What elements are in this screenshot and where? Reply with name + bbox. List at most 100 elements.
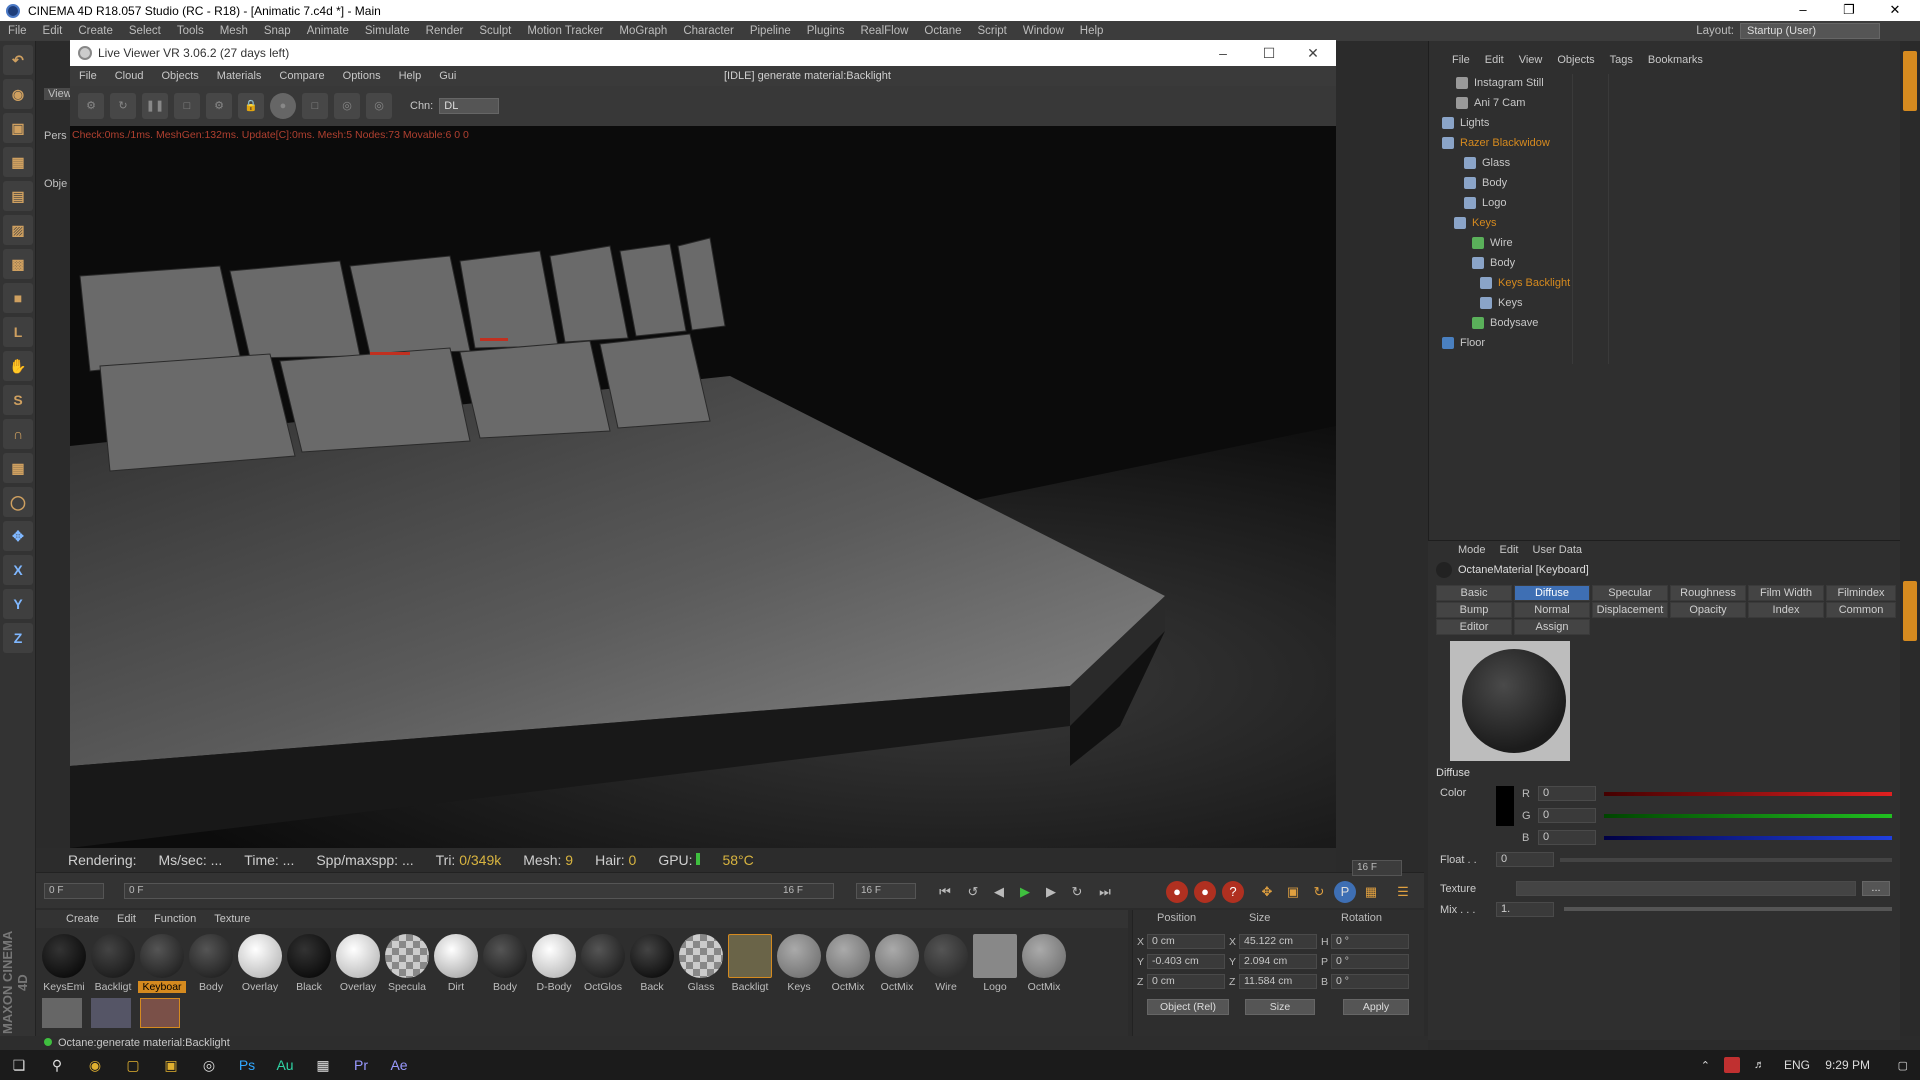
object-row[interactable]: Lights <box>1442 114 1489 132</box>
audition-icon[interactable]: Au <box>266 1050 304 1080</box>
om-menu-tags[interactable]: Tags <box>1610 54 1633 66</box>
object-row[interactable]: Ani 7 Cam <box>1456 94 1525 112</box>
menu-snap[interactable]: Snap <box>256 25 299 37</box>
goto-start-icon[interactable]: ⏮ <box>934 881 956 903</box>
material-swatch[interactable]: Logo <box>971 934 1019 993</box>
material-swatch[interactable]: OctMix <box>873 934 921 993</box>
lv-menu-compare[interactable]: Compare <box>270 70 333 82</box>
material-swatch[interactable]: Overlay <box>334 934 382 993</box>
prev-key-icon[interactable]: ↺ <box>962 881 984 903</box>
lv-minimize-button[interactable]: – <box>1200 40 1246 66</box>
tab-common[interactable]: Common <box>1826 602 1896 618</box>
play-icon[interactable]: ▶ <box>1014 881 1036 903</box>
attr-menu-mode[interactable]: Mode <box>1458 544 1486 556</box>
menu-realflow[interactable]: RealFlow <box>852 25 916 37</box>
mat-menu-create[interactable]: Create <box>66 913 99 925</box>
menu-file[interactable]: File <box>0 25 35 37</box>
tab-displacement[interactable]: Displacement <box>1592 602 1668 618</box>
tab-normal[interactable]: Normal <box>1514 602 1590 618</box>
goto-end-icon[interactable]: ⏭ <box>1094 881 1116 903</box>
undo-icon[interactable]: ↶ <box>3 45 33 75</box>
texture-browse-button[interactable]: ... <box>1862 881 1890 896</box>
size-y-field[interactable]: 2.094 cm <box>1239 954 1317 969</box>
tray-up-icon[interactable]: ⌃ <box>1701 1059 1710 1072</box>
tab-diffuse[interactable]: Diffuse <box>1514 585 1590 601</box>
menu-select[interactable]: Select <box>121 25 169 37</box>
pos-z-field[interactable]: 0 cm <box>1147 974 1225 989</box>
mix-field[interactable]: 1. <box>1496 902 1554 917</box>
material-swatch[interactable]: OctMix <box>1020 934 1068 993</box>
attr-menu-userdata[interactable]: User Data <box>1533 544 1583 556</box>
key-rotation-icon[interactable]: ↻ <box>1308 881 1330 903</box>
menu-render[interactable]: Render <box>418 25 472 37</box>
material-swatch[interactable]: Backligt <box>89 934 137 993</box>
axis-icon[interactable]: L <box>3 317 33 347</box>
object-row[interactable]: Keys Backlight <box>1480 274 1570 292</box>
prev-frame-icon[interactable]: ◀ <box>988 881 1010 903</box>
menu-script[interactable]: Script <box>969 25 1014 37</box>
move-icon[interactable]: ✥ <box>3 521 33 551</box>
material-swatch-unnamed[interactable] <box>140 998 180 1028</box>
tweak-icon[interactable]: ✋ <box>3 351 33 381</box>
texture-slot[interactable] <box>1516 881 1856 896</box>
menu-tools[interactable]: Tools <box>169 25 212 37</box>
notifications-icon[interactable]: ▢ <box>1898 1059 1908 1072</box>
object-row[interactable]: Keys <box>1454 214 1496 232</box>
menu-create[interactable]: Create <box>70 25 121 37</box>
color-swatch[interactable] <box>1496 786 1514 826</box>
after-effects-icon[interactable]: Ae <box>380 1050 418 1080</box>
maximize-button[interactable]: ❐ <box>1826 0 1872 21</box>
record-icon[interactable]: ● <box>1166 881 1188 903</box>
key-scale-icon[interactable]: ▣ <box>1282 881 1304 903</box>
object-row[interactable]: Instagram Still <box>1456 74 1544 92</box>
tab-opacity[interactable]: Opacity <box>1670 602 1746 618</box>
premiere-icon[interactable]: Pr <box>342 1050 380 1080</box>
apply-button[interactable]: Apply <box>1343 999 1409 1015</box>
material-swatch[interactable]: D-Body <box>530 934 578 993</box>
lv-maximize-button[interactable]: ☐ <box>1246 40 1292 66</box>
x-axis-icon[interactable]: X <box>3 555 33 585</box>
lv-menu-gui[interactable]: Gui <box>430 70 465 82</box>
float-field[interactable]: 0 <box>1496 852 1554 867</box>
windows-start-icon[interactable]: ❏ <box>0 1050 38 1080</box>
pick-focus-icon[interactable]: ◎ <box>334 93 360 119</box>
menu-plugins[interactable]: Plugins <box>799 25 853 37</box>
material-swatch[interactable]: Specula <box>383 934 431 993</box>
object-row[interactable]: Razer Blackwidow <box>1442 134 1550 152</box>
mat-menu-function[interactable]: Function <box>154 913 196 925</box>
object-row[interactable]: Floor <box>1442 334 1485 352</box>
range-slider[interactable]: 0 F 16 F <box>124 883 834 899</box>
clock[interactable]: 9:29 PM <box>1825 1058 1870 1072</box>
settings-icon[interactable]: ⚙ <box>206 93 232 119</box>
om-menu-edit[interactable]: Edit <box>1485 54 1504 66</box>
live-select-icon[interactable]: ◉ <box>3 79 33 109</box>
material-swatch[interactable]: KeysEmi <box>40 934 88 993</box>
menu-sculpt[interactable]: Sculpt <box>471 25 519 37</box>
tab-bump[interactable]: Bump <box>1436 602 1512 618</box>
menu-mograph[interactable]: MoGraph <box>611 25 675 37</box>
search-icon[interactable]: ⚲ <box>38 1050 76 1080</box>
restart-icon[interactable]: ↻ <box>110 93 136 119</box>
material-swatch[interactable]: Body <box>481 934 529 993</box>
pause-icon[interactable]: ❚❚ <box>142 93 168 119</box>
menu-edit[interactable]: Edit <box>35 25 71 37</box>
tray-app-icon[interactable] <box>1724 1057 1740 1073</box>
lv-menu-cloud[interactable]: Cloud <box>106 70 153 82</box>
menu-motion-tracker[interactable]: Motion Tracker <box>519 25 611 37</box>
material-ball-icon[interactable]: ● <box>270 93 296 119</box>
workplane-icon[interactable]: ▤ <box>3 181 33 211</box>
mat-menu-edit[interactable]: Edit <box>117 913 136 925</box>
om-menu-bookmarks[interactable]: Bookmarks <box>1648 54 1703 66</box>
material-swatch-unnamed[interactable] <box>91 998 131 1028</box>
chrome-icon[interactable]: ◉ <box>76 1050 114 1080</box>
object-row[interactable]: Keys <box>1480 294 1522 312</box>
material-swatch[interactable]: Overlay <box>236 934 284 993</box>
lv-menu-options[interactable]: Options <box>334 70 390 82</box>
b-field[interactable]: 0 <box>1538 830 1596 845</box>
lv-menu-help[interactable]: Help <box>390 70 431 82</box>
size-mode-dropdown[interactable]: Size <box>1245 999 1315 1015</box>
menu-octane[interactable]: Octane <box>916 25 969 37</box>
lv-close-button[interactable]: ✕ <box>1290 40 1336 66</box>
language-indicator[interactable]: ENG <box>1784 1058 1810 1072</box>
mat-menu-texture[interactable]: Texture <box>214 913 250 925</box>
